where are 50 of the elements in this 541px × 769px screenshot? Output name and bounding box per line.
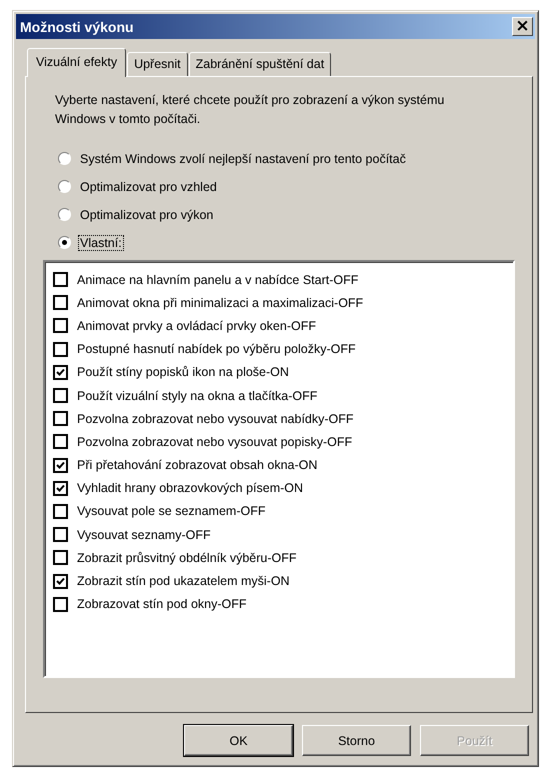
check-mark-icon <box>56 576 65 586</box>
checkbox[interactable] <box>53 596 68 612</box>
checkbox-label[interactable]: Při přetahování zobrazovat obsah okna-ON <box>77 458 318 472</box>
checkbox-label[interactable]: Postupné hasnutí nabídek po výběru položky-OFF <box>77 342 356 356</box>
tab[interactable]: Zabránění spuštění dat <box>188 52 332 76</box>
checkbox[interactable] <box>53 480 68 496</box>
checkbox[interactable] <box>53 574 68 589</box>
checkbox[interactable] <box>53 504 68 519</box>
checkbox[interactable] <box>53 318 68 334</box>
checkbox-label[interactable]: Zobrazit průsvitný obdélník výběru-OFF <box>77 550 297 565</box>
checkbox-label[interactable]: Vysouvat pole se seznamem-OFF <box>77 504 266 518</box>
checkbox[interactable] <box>53 388 68 404</box>
radio-label[interactable]: Optimalizovat pro výkon <box>78 206 216 222</box>
radio-label[interactable]: Vlastní: <box>78 234 124 250</box>
dialog-button[interactable]: Storno <box>302 725 411 756</box>
radio-button[interactable] <box>58 208 71 221</box>
checkbox-label[interactable]: Vyhladit hrany obrazovkových písem-ON <box>77 481 304 496</box>
checkbox[interactable] <box>53 550 68 566</box>
checkbox[interactable] <box>53 364 68 380</box>
check-mark-icon <box>56 460 65 470</box>
dialog-button[interactable]: OK <box>184 725 293 756</box>
checkbox[interactable] <box>53 527 68 542</box>
checkbox-label[interactable]: Animace na hlavním panelu a v nabídce Start-OFF <box>77 272 358 287</box>
check-mark-icon <box>56 484 65 493</box>
checkbox[interactable] <box>53 295 68 310</box>
radio-button[interactable] <box>58 180 71 193</box>
checkbox-label[interactable]: Vysouvat seznamy-OFF <box>77 528 211 542</box>
checkbox-label[interactable]: Použít stíny popisků ikon na ploše-ON <box>77 365 289 380</box>
checkbox[interactable] <box>53 272 68 288</box>
checkbox-label[interactable]: Animovat prvky a ovládací prvky oken-OFF <box>77 318 316 333</box>
checkbox-label[interactable]: Animovat okna při minimalizaci a maximalizaci-OFF <box>77 296 364 310</box>
checkbox-label[interactable]: Zobrazit stín pod ukazatelem myši-ON <box>77 574 290 588</box>
radio-label[interactable]: Optimalizovat pro vzhled <box>78 178 219 194</box>
window-title: Možnosti výkonu <box>20 18 134 34</box>
checkbox-label[interactable]: Použít vizuální styly na okna a tlačítka-OFF <box>77 388 318 403</box>
description-text: Vyberte nastavení, které chcete použít pro zobrazení a výkon systému Windows v tomto počítači. <box>55 92 446 128</box>
checkbox[interactable] <box>53 342 68 357</box>
radio-label[interactable]: Systém Windows zvolí nejlepší nastavení pro tento počítač <box>78 150 408 166</box>
radio-button[interactable] <box>58 152 71 165</box>
checkbox[interactable] <box>53 411 68 426</box>
tab[interactable]: Upřesnit <box>127 52 188 76</box>
check-mark-icon <box>56 368 65 377</box>
checkbox-label[interactable]: Zobrazovat stín pod okny-OFF <box>77 597 247 612</box>
checkbox-label[interactable]: Pozvolna zobrazovat nebo vysouvat nabídky-OFF <box>77 412 354 426</box>
checkbox[interactable] <box>53 458 68 473</box>
checkbox-label[interactable]: Pozvolna zobrazovat nebo vysouvat popisky-OFF <box>77 434 352 449</box>
tab[interactable]: Vizuální efekty <box>27 48 126 77</box>
checkbox[interactable] <box>53 434 68 450</box>
radio-button[interactable] <box>58 236 71 249</box>
close-button[interactable]: × <box>512 17 533 36</box>
